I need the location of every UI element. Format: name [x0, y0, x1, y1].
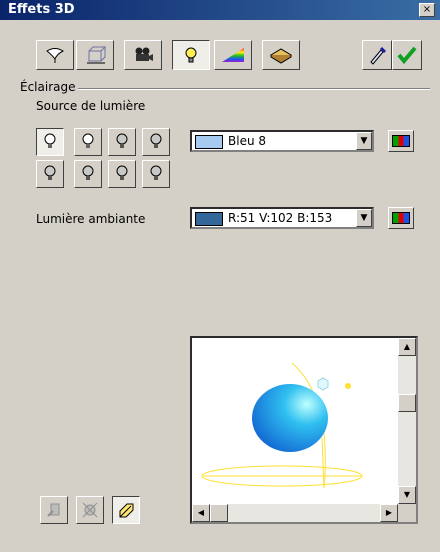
- scroll-up-arrow[interactable]: ▲: [398, 338, 416, 356]
- assign-button[interactable]: [392, 40, 422, 70]
- checkmark-icon: [397, 46, 417, 65]
- scroll-down-arrow[interactable]: ▼: [398, 486, 416, 504]
- lighting-section-label: Éclairage: [20, 80, 76, 94]
- bulb-off-icon: [150, 133, 162, 148]
- horizontal-scrollbar[interactable]: ◀ ▶: [192, 504, 398, 522]
- light-source-8[interactable]: [142, 160, 170, 188]
- ambient-light-label: Lumière ambiante: [36, 212, 146, 226]
- eyedropper-button[interactable]: [362, 40, 392, 70]
- window-title: Effets 3D: [8, 2, 75, 17]
- light-source-5[interactable]: [36, 160, 64, 188]
- bulb-off-icon: [116, 165, 128, 180]
- section-divider: [78, 88, 430, 90]
- material-button[interactable]: [262, 40, 300, 70]
- bulb-off-icon: [44, 165, 56, 180]
- light-source-1[interactable]: [36, 128, 64, 156]
- geometry-icon: [46, 48, 65, 63]
- camera-icon: [135, 47, 153, 61]
- bulb-on-icon: [82, 133, 94, 148]
- ambient-color-value: R:51 V:102 B:153: [228, 211, 333, 225]
- light-color-swatch: [195, 135, 223, 149]
- light-move-button[interactable]: [40, 496, 68, 524]
- scroll-right-arrow[interactable]: ▶: [380, 504, 398, 522]
- light-direction-button[interactable]: [112, 496, 140, 524]
- scroll-corner: [398, 504, 416, 522]
- sphere-preview-image: [201, 362, 363, 489]
- material-icon: [270, 48, 292, 64]
- scroll-left-arrow[interactable]: ◀: [192, 504, 210, 522]
- vertical-scroll-thumb[interactable]: [398, 394, 416, 412]
- light-source-label: Source de lumière: [36, 99, 146, 113]
- light-preview[interactable]: ▲ ▼ ◀ ▶: [190, 336, 418, 524]
- lighting-button[interactable]: [172, 40, 210, 70]
- light-color-palette-button[interactable]: [388, 130, 414, 152]
- lighting-icon: [185, 47, 197, 63]
- light-source-3[interactable]: [108, 128, 136, 156]
- texture-button[interactable]: [214, 40, 252, 70]
- title-bar: Effets 3D ×: [0, 0, 440, 20]
- camera-button[interactable]: [124, 40, 162, 70]
- light-rotate-icon: [82, 502, 98, 518]
- chevron-down-icon[interactable]: ▼: [356, 132, 372, 150]
- light-direction-icon: [119, 503, 134, 518]
- close-button[interactable]: ×: [419, 3, 435, 17]
- color-palette-icon: [392, 135, 410, 147]
- shading-icon: [87, 46, 107, 64]
- light-source-2[interactable]: [74, 128, 102, 156]
- shading-button[interactable]: [76, 40, 114, 70]
- geometry-button[interactable]: [36, 40, 74, 70]
- ambient-color-dropdown[interactable]: R:51 V:102 B:153 ▼: [190, 207, 374, 229]
- bulb-off-icon: [150, 165, 162, 180]
- bulb-on-icon: [44, 133, 56, 148]
- horizontal-scroll-thumb[interactable]: [210, 504, 228, 522]
- texture-icon: [222, 48, 244, 62]
- light-source-4[interactable]: [142, 128, 170, 156]
- light-color-dropdown[interactable]: Bleu 8 ▼: [190, 130, 374, 152]
- eyedropper-icon: [370, 46, 387, 65]
- ambient-color-swatch: [195, 212, 223, 226]
- vertical-scrollbar[interactable]: ▲ ▼: [398, 338, 416, 504]
- light-source-7[interactable]: [108, 160, 136, 188]
- bulb-off-icon: [116, 133, 128, 148]
- chevron-down-icon[interactable]: ▼: [356, 209, 372, 227]
- light-color-value: Bleu 8: [228, 134, 267, 148]
- light-source-6[interactable]: [74, 160, 102, 188]
- light-rotate-button[interactable]: [76, 496, 104, 524]
- light-move-icon: [47, 503, 60, 517]
- ambient-color-palette-button[interactable]: [388, 207, 414, 229]
- color-palette-icon: [392, 212, 410, 224]
- bulb-off-icon: [82, 165, 94, 180]
